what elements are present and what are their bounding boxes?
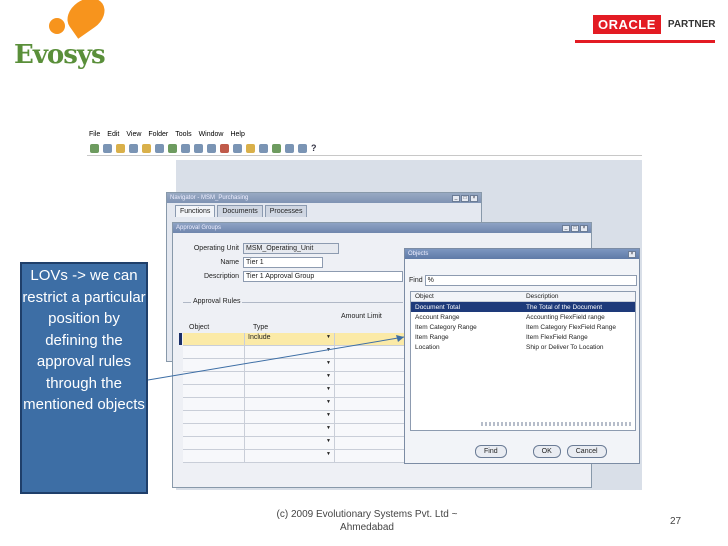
arrow-head [396, 335, 404, 342]
lov-explanation-callout: LOVs -> we can restrict a particular pos… [20, 262, 148, 494]
page-number: 27 [670, 516, 682, 527]
footer-copyright: (c) 2009 Evolutionary Systems Pvt. Ltd ~… [276, 509, 458, 533]
arrow-line [147, 336, 405, 381]
